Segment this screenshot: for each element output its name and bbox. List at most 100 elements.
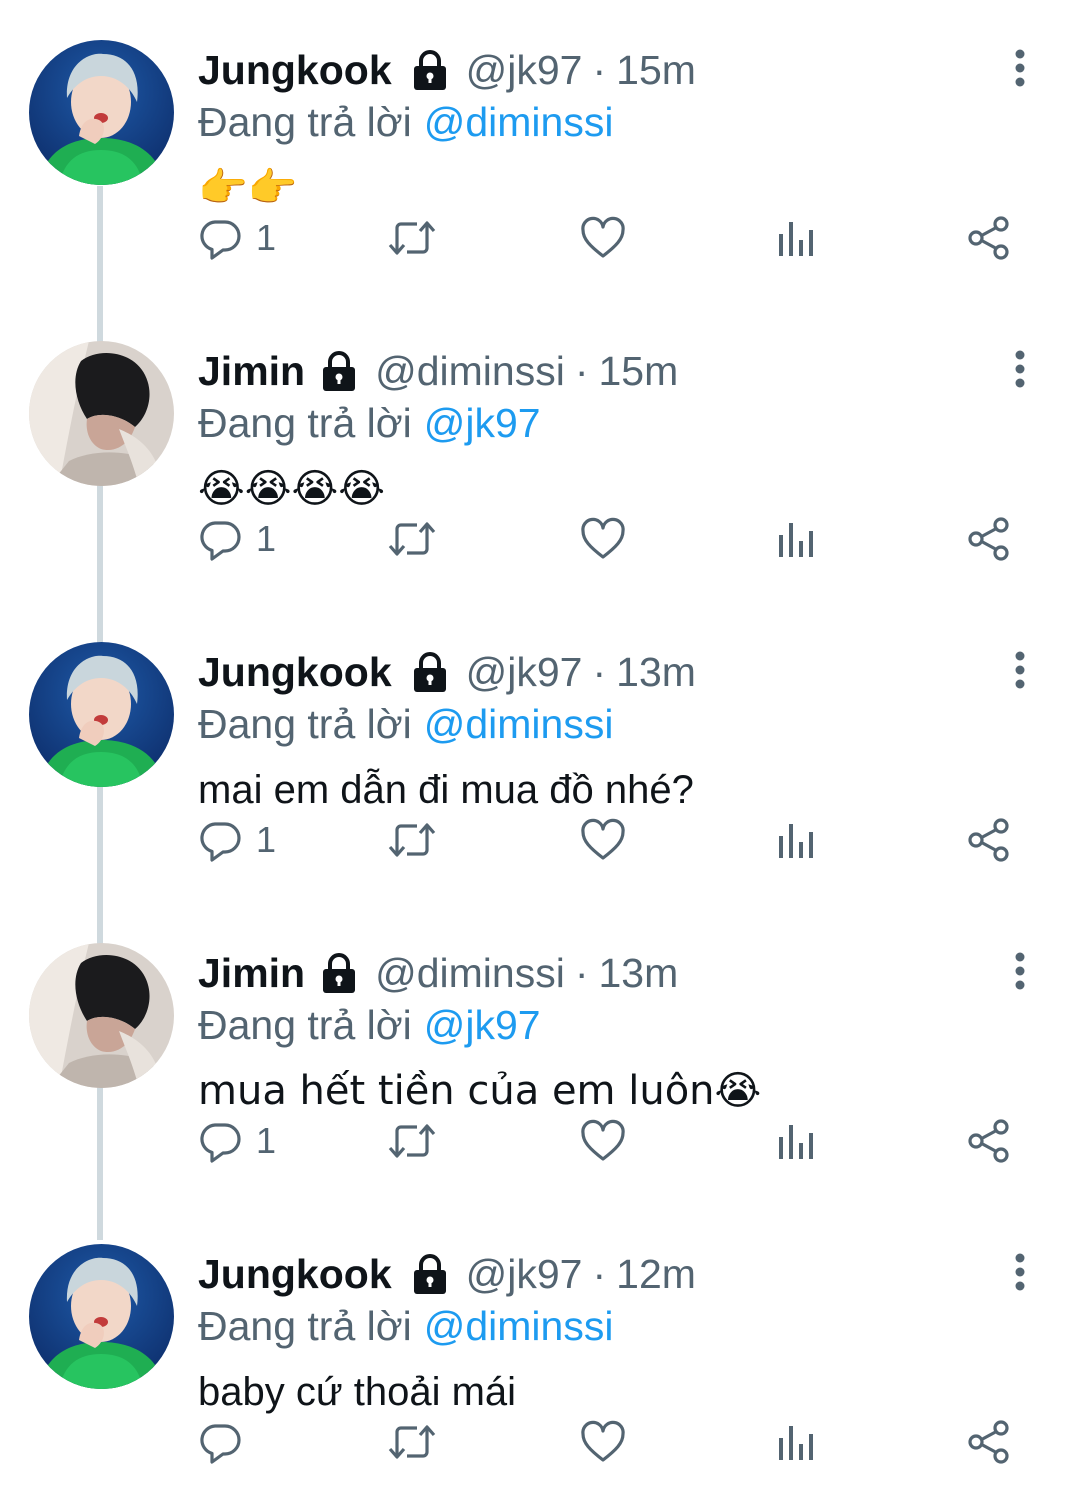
timestamp[interactable]: 15m xyxy=(598,343,678,399)
timestamp[interactable]: 12m xyxy=(616,1246,696,1302)
display-name[interactable]: Jimin xyxy=(198,945,305,1001)
replying-to: Đang trả lời @diminssi xyxy=(198,698,613,750)
reply-icon xyxy=(198,1420,242,1464)
views-icon xyxy=(774,1420,818,1464)
reply-button[interactable]: 1 xyxy=(198,810,276,870)
retweet-button[interactable] xyxy=(386,208,438,268)
share-button[interactable] xyxy=(966,1412,1012,1472)
retweet-icon xyxy=(386,517,438,561)
tweet-header: Jungkook @jk97 · 13m xyxy=(198,644,696,700)
more-icon[interactable] xyxy=(1000,349,1040,389)
reply-icon xyxy=(198,517,242,561)
share-button[interactable] xyxy=(966,509,1012,569)
share-icon xyxy=(966,216,1012,260)
views-button[interactable] xyxy=(774,208,818,268)
tweet[interactable]: Jungkook @jk97 · 13m Đang trả lời @dimins… xyxy=(0,602,1080,903)
views-icon xyxy=(774,216,818,260)
tweet-text: 👉👉 xyxy=(198,165,298,211)
more-icon[interactable] xyxy=(1000,1252,1040,1292)
reply-icon xyxy=(198,216,242,260)
reply-button[interactable]: 1 xyxy=(198,509,276,569)
user-handle[interactable]: @diminssi xyxy=(375,343,565,399)
more-icon[interactable] xyxy=(1000,650,1040,690)
replying-to-label: Đang trả lời xyxy=(198,1303,412,1349)
retweet-button[interactable] xyxy=(386,810,438,870)
tweet-header: Jimin @diminssi · 13m xyxy=(198,945,678,1001)
like-button[interactable] xyxy=(580,1111,626,1171)
retweet-icon xyxy=(386,1119,438,1163)
retweet-button[interactable] xyxy=(386,1412,438,1472)
timestamp[interactable]: 15m xyxy=(616,42,696,98)
share-button[interactable] xyxy=(966,810,1012,870)
replying-to-label: Đang trả lời xyxy=(198,701,412,747)
separator: · xyxy=(574,950,589,996)
like-button[interactable] xyxy=(580,1412,626,1472)
reply-count: 1 xyxy=(256,518,277,559)
display-name[interactable]: Jungkook xyxy=(198,42,392,98)
avatar-jungkook[interactable] xyxy=(29,1244,174,1389)
reply-count: 1 xyxy=(256,819,277,860)
avatar-jimin[interactable] xyxy=(29,341,174,486)
share-icon xyxy=(966,1420,1012,1464)
replying-to: Đang trả lời @jk97 xyxy=(198,999,541,1051)
tweet-text: 😭😭😭😭 xyxy=(198,466,385,512)
lock-icon xyxy=(317,951,361,995)
like-button[interactable] xyxy=(580,509,626,569)
views-button[interactable] xyxy=(774,509,818,569)
tweet-header: Jungkook @jk97 · 12m xyxy=(198,1246,696,1302)
reply-count: 1 xyxy=(256,217,277,258)
reply-button[interactable]: 1 xyxy=(198,208,276,268)
mention-link[interactable]: @diminssi xyxy=(424,1303,614,1349)
like-icon xyxy=(580,1420,626,1464)
avatar-jimin[interactable] xyxy=(29,943,174,1088)
mention-link[interactable]: @diminssi xyxy=(424,701,614,747)
like-icon xyxy=(580,818,626,862)
retweet-button[interactable] xyxy=(386,509,438,569)
reply-button[interactable]: 1 xyxy=(198,1111,276,1171)
tweet[interactable]: Jungkook @jk97 · 12m Đang trả lời @dimins… xyxy=(0,1204,1080,1505)
separator: · xyxy=(574,348,589,394)
mention-link[interactable]: @jk97 xyxy=(424,1002,541,1048)
user-handle[interactable]: @diminssi xyxy=(375,945,565,1001)
replying-to-label: Đang trả lời xyxy=(198,400,412,446)
like-icon xyxy=(580,1119,626,1163)
reply-count: 1 xyxy=(256,1120,277,1161)
timestamp[interactable]: 13m xyxy=(616,644,696,700)
separator: · xyxy=(592,1251,607,1297)
views-button[interactable] xyxy=(774,1111,818,1171)
tweet-text: baby cứ thoải mái xyxy=(198,1370,517,1414)
display-name[interactable]: Jungkook xyxy=(198,1246,392,1302)
share-button[interactable] xyxy=(966,1111,1012,1171)
views-icon xyxy=(774,818,818,862)
tweet[interactable]: Jungkook @jk97 · 15m Đang trả lời @dimins… xyxy=(0,0,1080,301)
retweet-button[interactable] xyxy=(386,1111,438,1171)
reply-button[interactable] xyxy=(198,1412,242,1472)
replying-to: Đang trả lời @diminssi xyxy=(198,1300,613,1352)
mention-link[interactable]: @jk97 xyxy=(424,400,541,446)
views-button[interactable] xyxy=(774,1412,818,1472)
share-button[interactable] xyxy=(966,208,1012,268)
user-handle[interactable]: @jk97 xyxy=(466,644,583,700)
tweet[interactable]: Jimin @diminssi · 15m Đang trả lời @jk97 … xyxy=(0,301,1080,602)
reply-icon xyxy=(198,1119,242,1163)
timestamp[interactable]: 13m xyxy=(598,945,678,1001)
user-handle[interactable]: @jk97 xyxy=(466,1246,583,1302)
more-icon[interactable] xyxy=(1000,48,1040,88)
lock-icon xyxy=(408,650,452,694)
avatar-jungkook[interactable] xyxy=(29,40,174,185)
replying-to: Đang trả lời @diminssi xyxy=(198,96,613,148)
display-name[interactable]: Jimin xyxy=(198,343,305,399)
retweet-icon xyxy=(386,1420,438,1464)
tweet[interactable]: Jimin @diminssi · 13m Đang trả lời @jk97 … xyxy=(0,903,1080,1204)
retweet-icon xyxy=(386,818,438,862)
share-icon xyxy=(966,517,1012,561)
views-button[interactable] xyxy=(774,810,818,870)
like-button[interactable] xyxy=(580,810,626,870)
mention-link[interactable]: @diminssi xyxy=(424,99,614,145)
avatar-jungkook[interactable] xyxy=(29,642,174,787)
like-button[interactable] xyxy=(580,208,626,268)
user-handle[interactable]: @jk97 xyxy=(466,42,583,98)
display-name[interactable]: Jungkook xyxy=(198,644,392,700)
more-icon[interactable] xyxy=(1000,951,1040,991)
retweet-icon xyxy=(386,216,438,260)
